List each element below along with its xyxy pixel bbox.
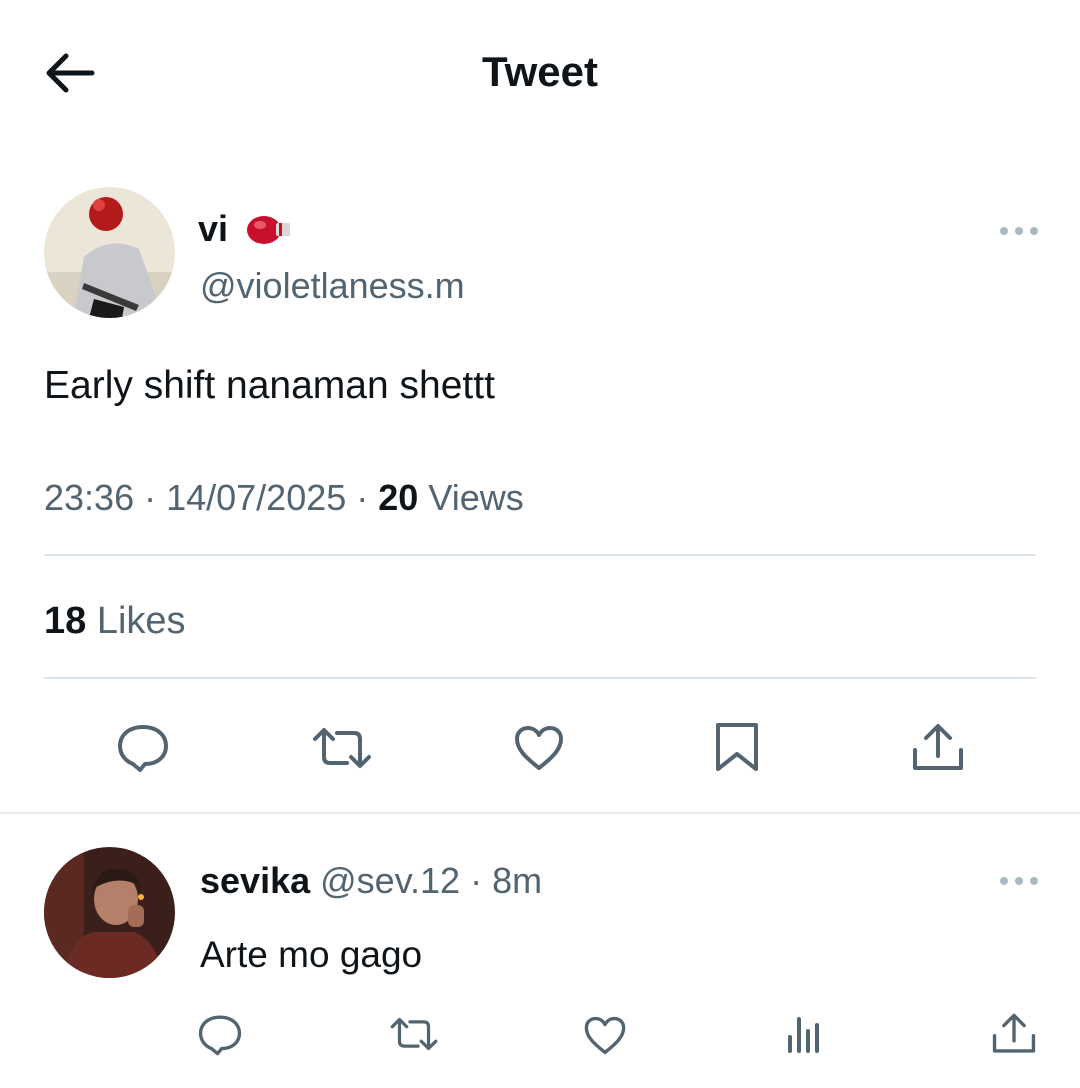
reply-icon (198, 1015, 242, 1056)
reply-retweet-button[interactable] (389, 1015, 439, 1053)
reply-views-button[interactable] (784, 1015, 822, 1053)
separator: · (460, 860, 493, 901)
avatar-image (44, 847, 175, 978)
tweet-time: 23:36 (44, 477, 135, 518)
share-icon (913, 724, 963, 770)
author-handle[interactable]: @violetlaness.m (200, 265, 465, 307)
page-title: Tweet (482, 48, 598, 95)
tweet-meta: 23:36 · 14/07/2025 · 20 Views (44, 477, 524, 519)
reply-like-button[interactable] (583, 1015, 627, 1056)
reply-more-options-button[interactable] (998, 874, 1040, 888)
separator: · (346, 477, 379, 518)
like-button[interactable] (513, 724, 565, 772)
reply-time: 8m (492, 860, 543, 901)
reply-text: Arte mo gago (200, 934, 423, 975)
likes-label: Likes (96, 600, 186, 642)
more-icon (1000, 227, 1038, 235)
retweet-icon (313, 728, 371, 768)
views-label: Views (428, 477, 524, 518)
section-divider (0, 812, 1080, 814)
like-icon (584, 1016, 626, 1055)
reply-icon (118, 725, 168, 772)
avatar-image (44, 187, 175, 318)
like-icon (515, 726, 563, 770)
tweet-text: Early shift nanaman shettt (44, 364, 495, 407)
reply-author-handle[interactable]: @sev.12 (320, 860, 460, 901)
retweet-button[interactable] (311, 725, 373, 771)
likes-count: 18 (44, 600, 87, 642)
likes-summary[interactable]: 18 Likes (44, 600, 186, 643)
bookmark-icon (716, 723, 758, 771)
author-avatar[interactable] (44, 187, 175, 318)
tweet-date: 14/07/2025 (166, 477, 347, 518)
reply-button[interactable] (116, 722, 170, 774)
divider (44, 677, 1036, 679)
share-button[interactable] (910, 722, 966, 774)
more-options-button[interactable] (998, 224, 1040, 238)
more-icon (1000, 877, 1038, 885)
retweet-icon (390, 1017, 438, 1051)
reply-header: sevika @sev.12 · 8m (200, 860, 542, 902)
bookmark-button[interactable] (714, 721, 760, 773)
reply-author-avatar[interactable] (44, 847, 175, 978)
reply-reply-button[interactable] (197, 1013, 243, 1057)
views-icon (788, 1017, 819, 1053)
views-count: 20 (378, 477, 419, 518)
author-name[interactable]: vi (198, 208, 228, 250)
reply-share-button[interactable] (990, 1012, 1038, 1056)
boxing-glove-icon (244, 210, 294, 248)
share-icon (992, 1013, 1036, 1053)
reply-author-name[interactable]: sevika (200, 860, 310, 901)
separator: · (134, 477, 167, 518)
divider (44, 554, 1036, 556)
